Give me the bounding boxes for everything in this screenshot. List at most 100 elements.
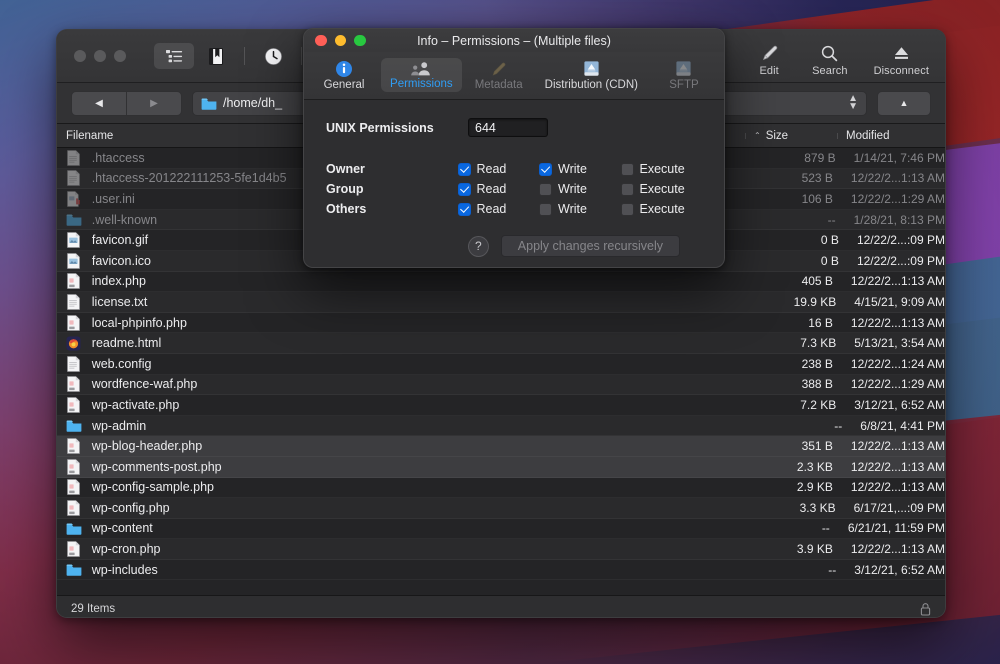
table-row[interactable]: wp-config.php3.3 KB6/17/21,...:09 PM [57, 498, 945, 519]
browser-view-icon[interactable] [154, 43, 194, 69]
desktop: sh Edit [0, 0, 1000, 664]
column-header-modified[interactable]: Modified [837, 130, 945, 142]
parent-directory-button[interactable]: ▲ [877, 91, 931, 116]
dialog-traffic-lights[interactable] [304, 35, 366, 47]
checkbox-box[interactable] [539, 183, 552, 196]
table-row[interactable]: readme.html7.3 KB5/13/21, 3:54 AM [57, 333, 945, 354]
checkbox-others-write[interactable]: Write [539, 202, 621, 216]
tab-general[interactable]: General [311, 57, 377, 93]
permission-row-group: GroupReadWriteExecute [326, 179, 702, 199]
pencil-icon [760, 44, 779, 63]
file-modified: 6/8/21, 4:41 PM [851, 419, 945, 433]
toolbar-divider [244, 47, 245, 65]
apply-recursively-button[interactable]: Apply changes recursively [501, 235, 680, 257]
up-arrow-icon: ▲ [900, 98, 909, 108]
checkbox-others-read[interactable]: Read [458, 202, 540, 216]
table-row[interactable]: wp-includes--3/12/21, 6:52 AM [57, 560, 945, 581]
bookmarks-icon[interactable] [196, 43, 236, 69]
checkbox-box[interactable] [621, 203, 634, 216]
checkbox-box[interactable] [458, 183, 471, 196]
table-row[interactable]: wordfence-waf.php388 B12/22/2...1:29 AM [57, 375, 945, 396]
checkbox-box[interactable] [539, 203, 552, 216]
close-button[interactable] [74, 50, 86, 62]
table-row[interactable]: wp-activate.php7.2 KB3/12/21, 6:52 AM [57, 395, 945, 416]
table-row[interactable]: wp-blog-header.php351 B12/22/2...1:13 AM [57, 436, 945, 457]
table-row[interactable]: web.config238 B12/22/2...1:24 AM [57, 354, 945, 375]
file-name: wp-cron.php [85, 542, 743, 556]
unix-permissions-input[interactable]: 644 [468, 118, 548, 137]
disconnect-button[interactable]: Disconnect [874, 44, 929, 77]
dialog-minimize-button[interactable] [335, 35, 347, 47]
file-modified: 12/22/2...:09 PM [848, 233, 945, 247]
file-size: 238 B [742, 357, 842, 371]
tab-distribution-cdn[interactable]: Distribution (CDN) [536, 57, 647, 93]
forward-button[interactable]: ▶ [127, 92, 181, 115]
file-modified: 3/12/21, 6:52 AM [845, 398, 945, 412]
file-modified: 12/22/2...1:13 AM [842, 542, 945, 556]
checkbox-box[interactable] [458, 163, 471, 176]
checkbox-owner-read[interactable]: Read [458, 162, 540, 176]
file-size: 7.3 KB [745, 336, 845, 350]
table-row[interactable]: local-phpinfo.php16 B12/22/2...1:13 AM [57, 313, 945, 334]
file-modified: 1/14/21, 7:46 PM [845, 151, 945, 165]
file-name: wp-includes [85, 563, 745, 577]
history-icon[interactable] [253, 43, 293, 69]
checkbox-group-execute[interactable]: Execute [621, 182, 703, 196]
path-stepper-icon[interactable]: ▲▼ [848, 95, 858, 111]
back-button[interactable]: ◀ [72, 92, 127, 115]
checkbox-label: Execute [640, 202, 685, 216]
checkbox-box[interactable] [621, 183, 634, 196]
window-traffic-lights[interactable] [57, 50, 126, 62]
file-modified: 12/22/2...1:13 AM [842, 316, 945, 330]
file-modified: 6/17/21,...:09 PM [845, 501, 945, 515]
table-row[interactable]: license.txt19.9 KB4/15/21, 9:09 AM [57, 292, 945, 313]
file-name: local-phpinfo.php [85, 316, 743, 330]
file-size: 879 B [745, 151, 845, 165]
dialog-zoom-button[interactable] [354, 35, 366, 47]
navigation-segmented-control[interactable]: ◀ ▶ [71, 91, 182, 116]
help-button[interactable]: ? [468, 236, 489, 257]
table-row[interactable]: wp-comments-post.php2.3 KB12/22/2...1:13… [57, 457, 945, 478]
checkbox-group-read[interactable]: Read [458, 182, 540, 196]
sort-ascending-icon: ⌃ [754, 131, 761, 140]
search-button[interactable]: Search [812, 44, 847, 77]
checkbox-label: Read [477, 162, 507, 176]
edit-button[interactable]: Edit [752, 44, 786, 77]
column-header-size[interactable]: ⌃ Size [745, 130, 837, 142]
tab-label: General [324, 79, 365, 91]
table-row[interactable]: index.php405 B12/22/2...1:13 AM [57, 272, 945, 293]
file-icon [63, 294, 85, 310]
checkbox-group-write[interactable]: Write [539, 182, 621, 196]
unix-permissions-label: UNIX Permissions [326, 121, 468, 135]
checkbox-box[interactable] [539, 163, 552, 176]
dialog-tab-bar[interactable]: General PermissionsMetadata Distribution (… [304, 52, 724, 100]
file-name: wp-content [85, 521, 740, 535]
checkbox-owner-write[interactable]: Write [539, 162, 621, 176]
toolbar-divider [301, 47, 302, 65]
checkbox-box[interactable] [458, 203, 471, 216]
checkbox-box[interactable] [621, 163, 634, 176]
table-row[interactable]: wp-cron.php3.9 KB12/22/2...1:13 AM [57, 539, 945, 560]
file-size: 106 B [742, 192, 842, 206]
file-size: 2.9 KB [742, 480, 842, 494]
search-icon [820, 44, 839, 63]
dialog-close-button[interactable] [315, 35, 327, 47]
folder-icon [63, 522, 85, 535]
file-icon [63, 150, 85, 166]
tab-permissions[interactable]: Permissions [381, 58, 462, 92]
zoom-button[interactable] [114, 50, 126, 62]
table-row[interactable]: wp-content--6/21/21, 11:59 PM [57, 519, 945, 540]
checkbox-owner-execute[interactable]: Execute [621, 162, 703, 176]
tab-sftp[interactable]: SFTP [651, 57, 717, 93]
tab-label: Distribution (CDN) [545, 79, 638, 91]
permissions-table: OwnerReadWriteExecuteGroupReadWriteExecu… [326, 159, 702, 219]
permission-role-label: Group [326, 182, 458, 196]
php-file-icon [63, 500, 85, 516]
minimize-button[interactable] [94, 50, 106, 62]
file-size: -- [745, 563, 845, 577]
table-row[interactable]: wp-admin--6/8/21, 4:41 PM [57, 416, 945, 437]
permissions-people-icon [410, 61, 432, 77]
checkbox-others-execute[interactable]: Execute [621, 202, 703, 216]
tab-metadata[interactable]: Metadata [466, 57, 532, 93]
table-row[interactable]: wp-config-sample.php2.9 KB12/22/2...1:13… [57, 478, 945, 499]
